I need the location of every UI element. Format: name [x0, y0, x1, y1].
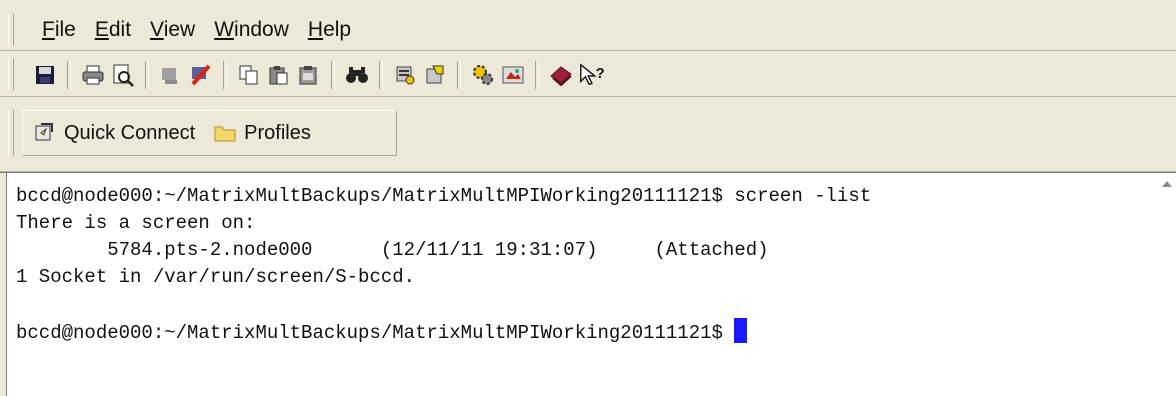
terminal-line: bccd@node000:~/MatrixMultBackups/MatrixM…	[16, 185, 872, 207]
profiles-label: Profiles	[244, 121, 311, 144]
keymap-button[interactable]	[470, 62, 496, 88]
copy-button[interactable]	[236, 62, 262, 88]
folder-icon	[214, 126, 236, 142]
menu-file[interactable]: File	[42, 18, 76, 42]
terminal-line: There is a screen on:	[16, 212, 256, 234]
menu-edit[interactable]: Edit	[95, 18, 131, 42]
session-options-icon	[426, 65, 444, 84]
disconnect-icon	[191, 64, 211, 86]
print-button[interactable]	[80, 62, 106, 88]
print-preview-icon	[113, 64, 134, 87]
menu-bar-grip[interactable]	[8, 14, 14, 46]
terminal-scrollbar[interactable]	[1156, 173, 1176, 396]
menu-help-label: elp	[323, 18, 352, 41]
quick-connect-icon	[35, 123, 53, 141]
find-button[interactable]	[344, 62, 370, 88]
copy-icon	[239, 65, 258, 85]
menu-help-mnemonic: H	[307, 18, 324, 41]
menu-edit-label: dit	[108, 18, 132, 41]
sftp-icon	[502, 66, 524, 84]
menu-edit-mnemonic: E	[94, 18, 109, 41]
profiles-button[interactable]: Profiles	[213, 116, 311, 150]
toolbar-separator	[67, 61, 71, 89]
save-button[interactable]	[32, 62, 58, 88]
toolbar-separator	[379, 61, 383, 89]
menu-view-label: iew	[163, 18, 196, 41]
context-help-icon: ?	[580, 63, 604, 86]
menu-view-mnemonic: V	[150, 18, 164, 41]
toolbar-separator	[331, 61, 335, 89]
terminal-line: 1 Socket in /var/run/screen/S-bccd.	[16, 266, 416, 288]
settings-icon	[396, 66, 415, 85]
menu-window[interactable]: Window	[214, 18, 289, 42]
session-settings-button[interactable]	[392, 62, 418, 88]
terminal-prompt-line: bccd@node000:~/MatrixMultBackups/MatrixM…	[16, 318, 871, 347]
toolbar-grip[interactable]	[8, 58, 14, 90]
terminal-output[interactable]: bccd@node000:~/MatrixMultBackups/MatrixM…	[16, 183, 871, 347]
toolbar-separator	[457, 61, 461, 89]
session-options-button[interactable]	[422, 62, 448, 88]
menu-file-mnemonic: F	[42, 18, 55, 41]
save-icon	[36, 66, 54, 84]
sftp-button[interactable]	[500, 62, 526, 88]
paste-button[interactable]	[266, 62, 292, 88]
menu-help[interactable]: Help	[308, 18, 351, 42]
help-button[interactable]	[548, 62, 574, 88]
quick-connect-label: Quick Connect	[64, 121, 196, 144]
svg-text:?: ?	[596, 66, 604, 82]
toolbar-separator	[223, 61, 227, 89]
print-preview-button[interactable]	[110, 62, 136, 88]
print-icon	[82, 65, 104, 85]
terminal-cursor	[734, 318, 748, 343]
connect-toolbar-grip[interactable]	[8, 110, 14, 156]
keymap-icon	[473, 65, 493, 85]
scroll-up-arrow-icon[interactable]	[1162, 181, 1172, 187]
connect-toolbar: Quick Connect Profiles	[0, 97, 1176, 172]
connect-icon	[162, 68, 177, 84]
menu-bar: File Edit View Window Help	[0, 6, 1176, 51]
context-help-button[interactable]: ?	[578, 62, 604, 88]
connect-button[interactable]	[158, 62, 184, 88]
paste-special-button[interactable]	[296, 62, 322, 88]
terminal-pane[interactable]: bccd@node000:~/MatrixMultBackups/MatrixM…	[0, 172, 1176, 396]
toolbar-separator	[535, 61, 539, 89]
paste-icon	[269, 66, 288, 85]
terminal-prompt: bccd@node000:~/MatrixMultBackups/MatrixM…	[16, 322, 735, 344]
menu-window-label: indow	[234, 18, 289, 41]
menu-file-label: ile	[54, 18, 76, 41]
menu-window-mnemonic: W	[214, 18, 235, 41]
toolbar-separator	[145, 61, 149, 89]
disconnect-button[interactable]	[188, 62, 214, 88]
main-toolbar: ?	[0, 51, 1176, 97]
connect-toolbar-panel: Quick Connect Profiles	[22, 110, 397, 156]
quick-connect-button[interactable]: Quick Connect	[33, 116, 195, 150]
terminal-left-border	[0, 173, 7, 396]
terminal-line: 5784.pts-2.node000 (12/11/11 19:31:07) (…	[16, 239, 769, 261]
paste-special-icon	[299, 66, 317, 85]
find-icon	[346, 67, 368, 83]
menu-view[interactable]: View	[150, 18, 195, 42]
help-book-icon	[550, 66, 572, 86]
